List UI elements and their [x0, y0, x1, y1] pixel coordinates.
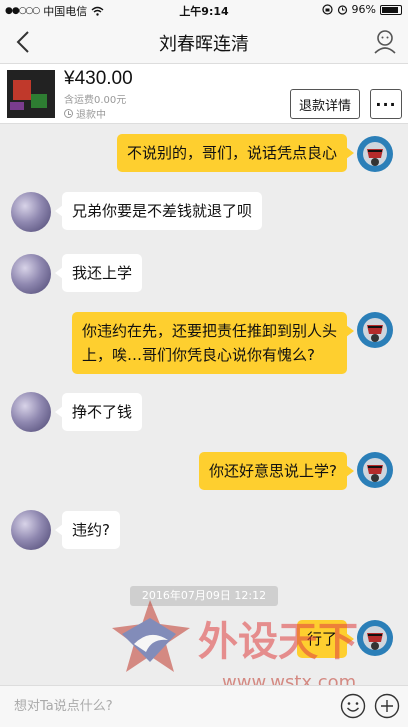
refund-status: 退款中 [64, 106, 106, 121]
message-line: 上，唉…哥们你凭良心说你有愧么? [81, 346, 315, 364]
message-input[interactable]: 想对Ta说点什么? [10, 692, 330, 722]
battery-icon [380, 4, 402, 15]
contact-avatar[interactable] [11, 254, 51, 294]
message-bubble-sent[interactable]: 不说别的，哥们，说话凭点良心 [116, 134, 355, 172]
status-bar: ●●○○○ 中国电信 上午9:14 96% [0, 0, 408, 20]
message-bubble-received[interactable]: 违约? [55, 511, 120, 549]
nav-bar: 刘春晖连清 [0, 20, 408, 64]
message-bubble-sent[interactable]: 你违约在先，还要把责任推卸到别人头 上，唉…哥们你凭良心说你有愧么? [71, 312, 355, 374]
emoji-icon[interactable] [340, 693, 366, 719]
message-bubble-received[interactable]: 兄弟你要是不差钱就退了呗 [54, 192, 263, 230]
user-profile-icon[interactable] [372, 28, 398, 54]
message-bubble-received[interactable]: 我还上学 [54, 254, 143, 292]
refund-status-label: 退款中 [76, 110, 106, 121]
battery-percent: 96% [351, 3, 376, 16]
my-avatar[interactable] [355, 134, 395, 174]
message-bubble-received[interactable]: 挣不了钱 [54, 393, 143, 431]
my-avatar[interactable] [355, 618, 395, 658]
my-avatar[interactable] [355, 450, 395, 490]
chat-title: 刘春晖连清 [159, 34, 249, 55]
alarm-icon [337, 5, 347, 15]
more-options-button[interactable]: ··· [370, 89, 402, 119]
message-line: 你违约在先，还要把责任推卸到别人头 [81, 322, 337, 340]
contact-avatar[interactable] [11, 392, 51, 432]
rotation-lock-icon [321, 4, 333, 15]
refund-details-button[interactable]: 退款详情 [290, 89, 360, 119]
shipping-fee: 含运费0.00元 [64, 95, 127, 106]
contact-avatar[interactable] [11, 192, 51, 232]
message-timestamp: 2016年07月09日 12:12 [130, 586, 278, 606]
my-avatar[interactable] [355, 310, 395, 350]
message-bubble-sent[interactable]: 行了 [296, 620, 355, 658]
contact-avatar[interactable] [11, 510, 51, 550]
clock-icon [64, 109, 73, 118]
add-attachment-icon[interactable] [374, 693, 400, 719]
order-summary: ¥430.00 含运费0.00元 退款中 退款详情 ··· [0, 64, 408, 124]
message-input-bar: 想对Ta说点什么? [0, 685, 408, 727]
order-price: ¥430.00 [64, 68, 133, 89]
message-bubble-sent[interactable]: 你还好意思说上学? [199, 452, 354, 490]
product-thumbnail[interactable] [7, 70, 55, 118]
